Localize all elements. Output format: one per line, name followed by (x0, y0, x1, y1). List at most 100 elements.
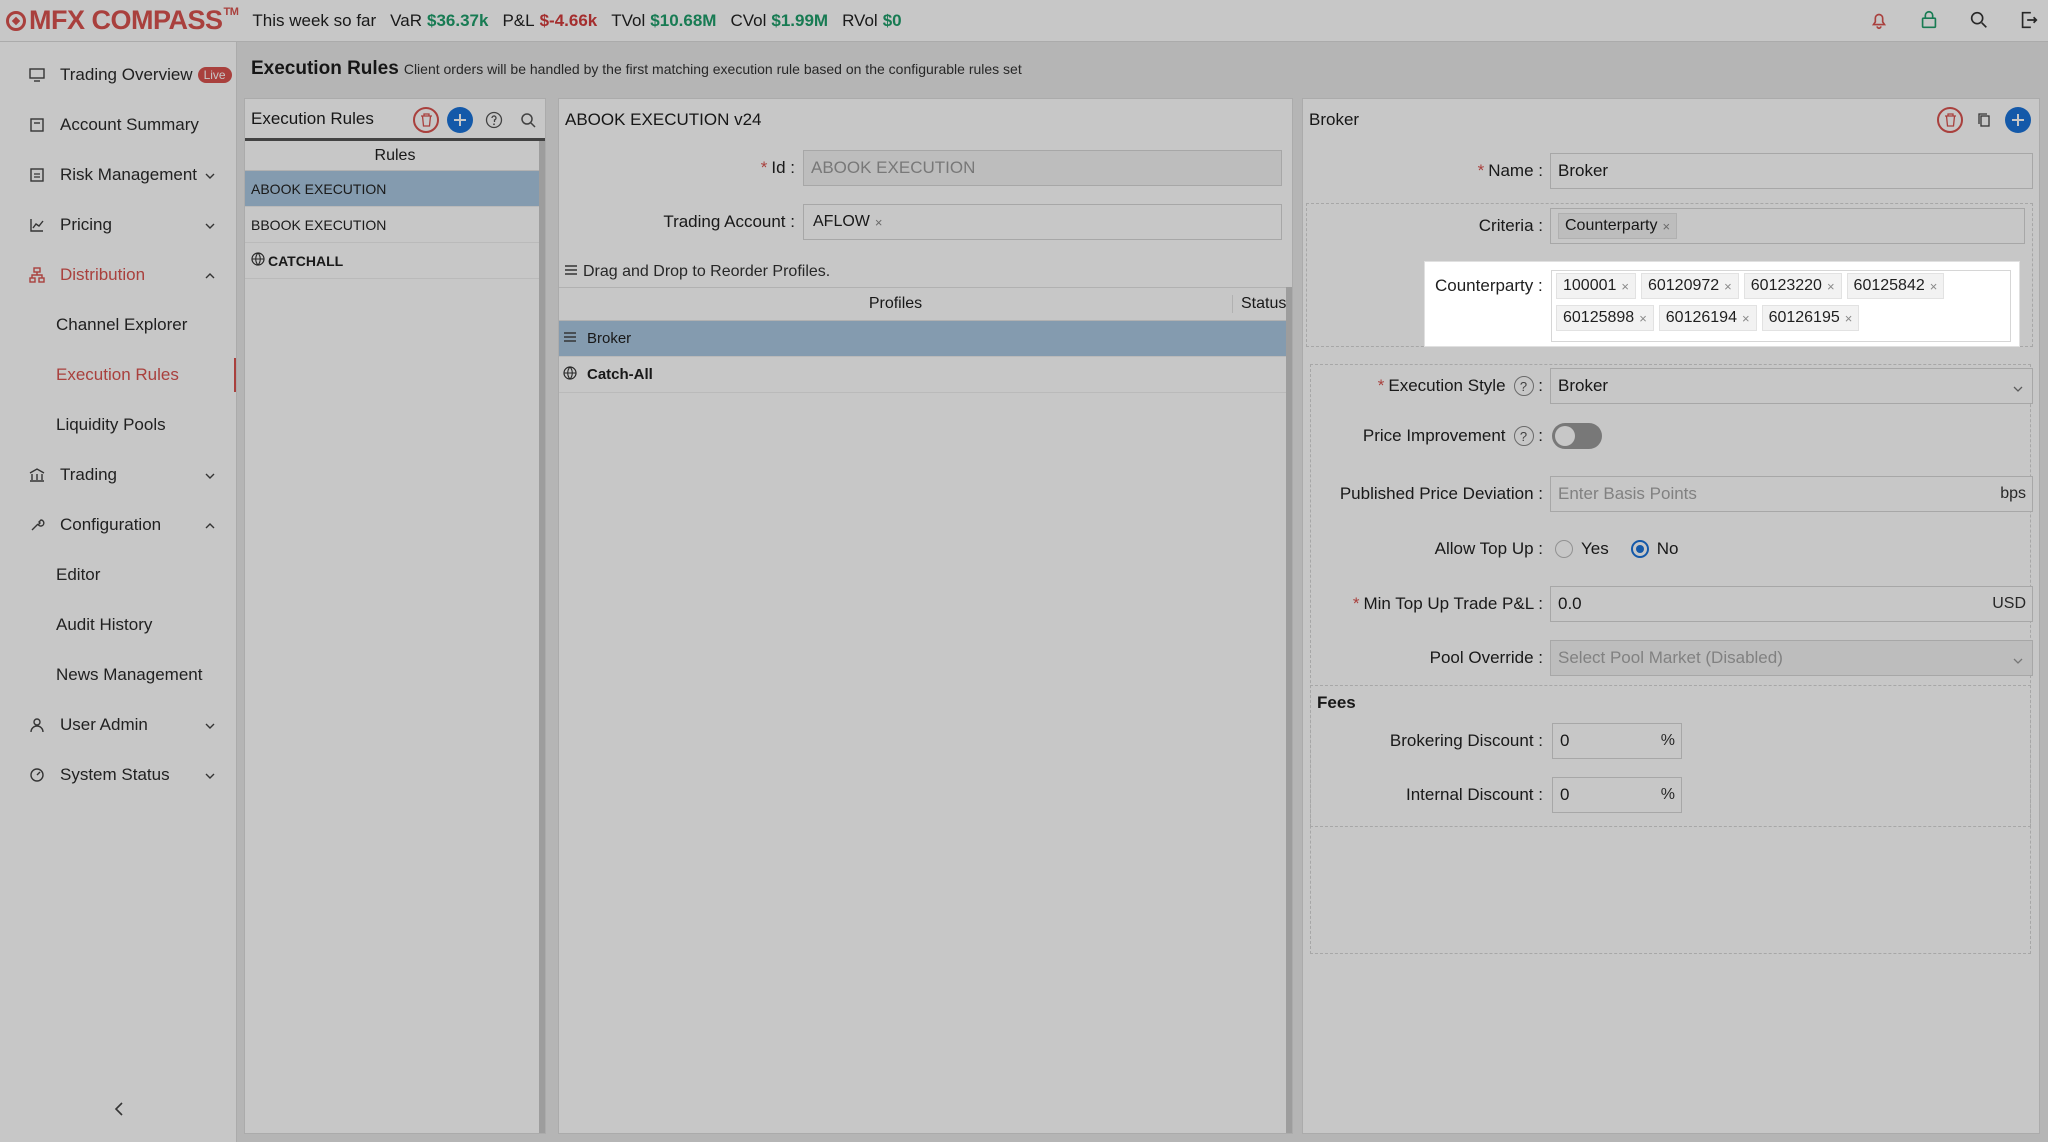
id-value: ABOOK EXECUTION (811, 158, 976, 177)
search-icon[interactable] (515, 107, 541, 133)
profile-row[interactable]: Catch-All (559, 357, 1292, 393)
sidebar-item-risk-management[interactable]: Risk Management (0, 150, 236, 200)
logo-text: MFX COMPASS (29, 5, 223, 35)
metric-pnl-value: $-4.66k (539, 10, 598, 30)
profiles-scrollbar[interactable] (1286, 287, 1292, 1133)
sidebar-item-execution-rules[interactable]: Execution Rules (0, 350, 236, 400)
collapse-sidebar-icon[interactable] (112, 1101, 126, 1122)
counterparty-tag: 60125898 × (1556, 305, 1654, 331)
broker-panel-header: Broker (1303, 99, 2039, 141)
sidebar-item-system-status[interactable]: System Status (0, 750, 236, 800)
monitor-icon (28, 67, 46, 83)
remove-tag-icon[interactable]: × (1827, 279, 1835, 294)
rule-row[interactable]: ABOOK EXECUTION (245, 171, 545, 207)
counterparty-input[interactable]: 100001 × 60120972 × 60123220 × 60125842 × 60… (1551, 270, 2011, 342)
drag-handle-icon (564, 263, 578, 281)
sidebar-item-trading[interactable]: Trading (0, 450, 236, 500)
allow-top-up-label: Allow Top Up : (1434, 539, 1543, 558)
sidebar-item-news-management[interactable]: News Management (0, 650, 236, 700)
fees-title: Fees (1317, 693, 1356, 712)
top-up-yes-radio[interactable] (1555, 540, 1573, 558)
chevron-down-icon (2012, 652, 2024, 672)
sidebar-item-label: Configuration (60, 515, 162, 534)
sidebar-item-account-summary[interactable]: Account Summary (0, 100, 236, 150)
broker-panel: Broker * Name : Broker Criteria : Counter… (1302, 98, 2040, 1134)
add-profile-button[interactable] (2005, 107, 2031, 133)
rule-row[interactable]: BBOOK EXECUTION (245, 207, 545, 243)
remove-tag-icon[interactable]: × (875, 215, 883, 230)
execution-style-select[interactable]: Broker (1550, 368, 2033, 404)
counterparty-highlight: Counterparty : 100001 × 60120972 × 6012322… (1425, 262, 2019, 346)
top-up-no-radio[interactable] (1630, 540, 1649, 558)
price-improvement-toggle[interactable] (1552, 423, 1602, 449)
id-input[interactable]: ABOOK EXECUTION (803, 150, 1282, 186)
remove-tag-icon[interactable]: × (1621, 279, 1629, 294)
search-icon[interactable] (1968, 9, 1990, 31)
top-up-yes-label: Yes (1581, 539, 1609, 558)
remove-tag-icon[interactable]: × (1742, 311, 1750, 326)
app-logo[interactable]: MFX COMPASS TM (6, 5, 239, 36)
profiles-column: Profiles (868, 295, 923, 312)
sidebar-item-user-admin[interactable]: User Admin (0, 700, 236, 750)
sidebar-item-label: Channel Explorer (56, 315, 188, 334)
criteria-row: Criteria : Counterparty × (1303, 208, 2025, 244)
sidebar-item-configuration[interactable]: Configuration (0, 500, 236, 550)
page-header: Execution Rules Client orders will be ha… (240, 50, 2048, 88)
profile-panel: ABOOK EXECUTION v24 * Id : ABOOK EXECUTIO… (558, 98, 1293, 1134)
remove-tag-icon[interactable]: × (1663, 219, 1671, 234)
drag-handle-icon[interactable] (563, 330, 577, 347)
sidebar-item-label: Account Summary (60, 115, 199, 134)
lock-icon[interactable] (1918, 9, 1940, 31)
sidebar-item-trading-overview[interactable]: Trading Overview Live (0, 50, 236, 100)
sidebar-item-label: Execution Rules (56, 365, 179, 384)
sidebar-item-distribution[interactable]: Distribution (0, 250, 236, 300)
delete-profile-button[interactable] (1937, 107, 1963, 133)
percent-suffix: % (1660, 786, 1675, 803)
rule-row[interactable]: CATCHALL (245, 243, 545, 279)
min-top-up-input[interactable]: 0.0 USD (1550, 586, 2033, 622)
trading-account-input[interactable]: AFLOW × (803, 204, 1282, 240)
internal-discount-input[interactable]: 0 % (1552, 777, 1682, 813)
sidebar-item-label: Trading (60, 465, 118, 484)
rules-scrollbar[interactable] (539, 141, 545, 1133)
criteria-input[interactable]: Counterparty × (1550, 208, 2025, 244)
sidebar-item-audit-history[interactable]: Audit History (0, 600, 236, 650)
sidebar-item-editor[interactable]: Editor (0, 550, 236, 600)
rules-panel-header: Execution Rules (245, 99, 545, 141)
help-icon[interactable]: ? (1513, 426, 1534, 446)
allow-top-up-row: Allow Top Up : Yes No (1303, 531, 1678, 567)
sidebar-item-pricing[interactable]: Pricing (0, 200, 236, 250)
sidebar-item-channel-explorer[interactable]: Channel Explorer (0, 300, 236, 350)
counterparty-tag: 60123220 × (1743, 273, 1842, 299)
help-icon[interactable]: ? (1513, 376, 1534, 396)
remove-tag-icon[interactable]: × (1930, 279, 1938, 294)
pool-override-select[interactable]: Select Pool Market (Disabled) (1550, 640, 2033, 676)
remove-tag-icon[interactable]: × (1724, 279, 1732, 294)
globe-icon (563, 365, 577, 384)
brokering-discount-row: Brokering Discount : 0 % (1303, 723, 1682, 759)
name-value: Broker (1558, 161, 1609, 180)
sidebar-item-liquidity-pools[interactable]: Liquidity Pools (0, 400, 236, 450)
sidebar-item-label: User Admin (60, 715, 148, 734)
logout-icon[interactable] (2018, 9, 2040, 31)
add-rule-button[interactable] (447, 107, 473, 133)
bell-icon[interactable] (1868, 9, 1890, 31)
remove-tag-icon[interactable]: × (1845, 311, 1853, 326)
metric-rvol-value: $0 (882, 10, 902, 30)
criteria-tag: Counterparty × (1558, 213, 1678, 239)
internal-discount-label: Internal Discount : (1405, 785, 1543, 804)
brokering-discount-input[interactable]: 0 % (1552, 723, 1682, 759)
profile-row[interactable]: Broker (559, 321, 1292, 357)
ppd-label: Published Price Deviation : (1339, 484, 1543, 503)
page-description: Client orders will be handled by the fir… (403, 61, 1022, 77)
metric-var-label: VaR (390, 10, 422, 30)
counterparty-label: Counterparty : (1435, 276, 1543, 295)
help-icon[interactable] (481, 107, 507, 133)
copy-icon[interactable] (1971, 107, 1997, 133)
delete-rule-button[interactable] (413, 107, 439, 133)
ppd-input[interactable]: Enter Basis Points bps (1550, 476, 2033, 512)
name-input[interactable]: Broker (1550, 153, 2033, 189)
remove-tag-icon[interactable]: × (1639, 311, 1647, 326)
wrench-icon (28, 517, 46, 533)
chevron-down-icon (204, 217, 216, 237)
